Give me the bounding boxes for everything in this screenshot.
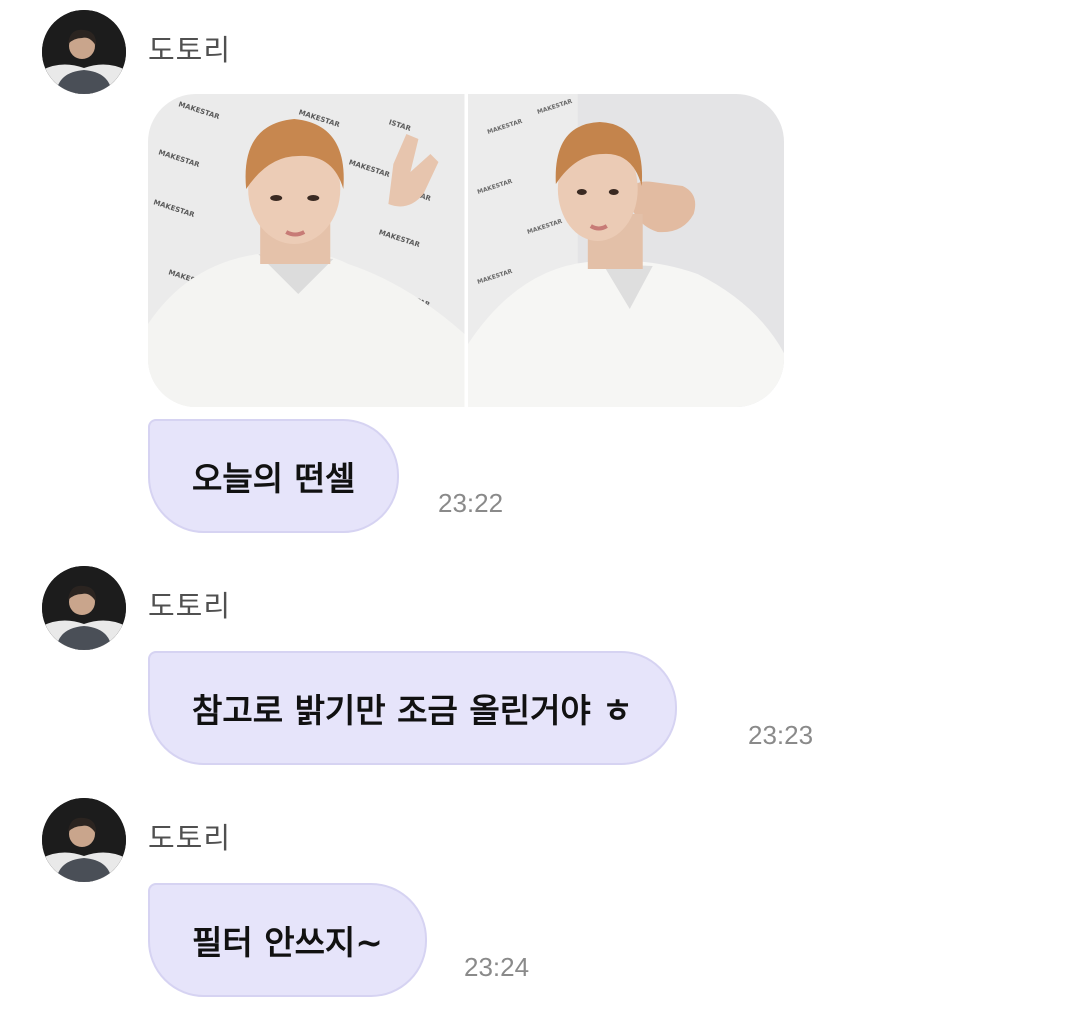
message-text: 오늘의 떤셀 [192, 459, 356, 498]
message-text: 필터 안쓰지~ [192, 923, 383, 962]
message-bubble[interactable]: 오늘의 떤셀 [148, 419, 400, 533]
sender-name: 도토리 [148, 589, 232, 623]
message-bubble[interactable]: 참고로 밝기만 조금 올린거야 ㅎ [148, 651, 677, 765]
sender-name: 도토리 [148, 821, 232, 855]
avatar-image [42, 798, 126, 882]
sender-name: 도토리 [148, 33, 232, 67]
message-bubble[interactable]: 필터 안쓰지~ [148, 883, 427, 997]
avatar-image [42, 10, 126, 94]
photo-1[interactable]: MAKESTAR MAKESTAR ISTAR MAKESTAR MAKESTA… [148, 94, 465, 407]
message-time: 23:24 [464, 952, 530, 982]
avatar-image [42, 566, 126, 650]
photo-2-image: MAKESTAR MAKESTAR MAKESTAR MAKESTAR MAKE… [467, 94, 784, 407]
message-text: 참고로 밝기만 조금 올린거야 ㅎ [192, 691, 633, 730]
photo-1-image: MAKESTAR MAKESTAR ISTAR MAKESTAR MAKESTA… [148, 94, 465, 407]
profile-avatar[interactable] [42, 798, 126, 882]
profile-avatar[interactable] [42, 10, 126, 94]
photo-2[interactable]: MAKESTAR MAKESTAR MAKESTAR MAKESTAR MAKE… [467, 94, 784, 407]
message-time: 23:22 [438, 488, 504, 518]
photo-attachment[interactable]: MAKESTAR MAKESTAR ISTAR MAKESTAR MAKESTA… [148, 94, 784, 407]
profile-avatar[interactable] [42, 566, 126, 650]
message-time: 23:23 [748, 720, 814, 750]
